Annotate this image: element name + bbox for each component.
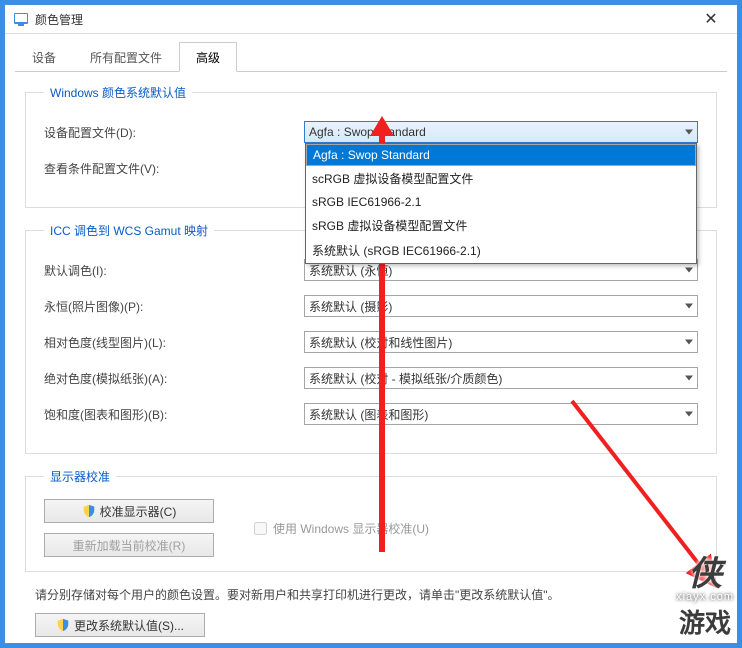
relative-select[interactable]: 系统默认 (校对和线性图片)	[304, 331, 698, 353]
calibrate-display-button[interactable]: 校准显示器(C)	[44, 499, 214, 523]
absolute-colorimetric-label: 绝对色度(模拟纸张)(A):	[44, 370, 304, 387]
select-value: 系统默认 (校对 - 模拟纸张/介质颜色)	[309, 370, 502, 387]
device-profile-select[interactable]: Agfa : Swop Standard Agfa : Swop Standar…	[304, 121, 698, 143]
titlebar: 颜色管理 ✕	[5, 5, 737, 34]
button-label: 重新加载当前校准(R)	[73, 537, 186, 554]
group-title: 显示器校准	[44, 468, 116, 485]
dropdown-option[interactable]: scRGB 虚拟设备模型配置文件	[306, 166, 696, 191]
dropdown-option[interactable]: 系统默认 (sRGB IEC61966-2.1)	[306, 238, 696, 263]
tab-all-profiles[interactable]: 所有配置文件	[73, 42, 179, 72]
chevron-down-icon	[685, 376, 693, 381]
select-value: 系统默认 (永恒)	[309, 262, 392, 279]
tabs: 设备 所有配置文件 高级	[15, 42, 727, 72]
shield-icon	[82, 504, 96, 518]
select-value: 系统默认 (摄影)	[309, 298, 392, 315]
group-title: Windows 颜色系统默认值	[44, 84, 192, 101]
tab-content-advanced: Windows 颜色系统默认值 设备配置文件(D): Agfa : Swop S…	[15, 72, 727, 645]
perceptual-label: 永恒(照片图像)(P):	[44, 298, 304, 315]
change-system-defaults-button[interactable]: 更改系统默认值(S)...	[35, 613, 205, 637]
tab-devices[interactable]: 设备	[15, 42, 73, 72]
window-title: 颜色管理	[35, 11, 691, 28]
perceptual-select[interactable]: 系统默认 (摄影)	[304, 295, 698, 317]
select-value: 系统默认 (图表和图形)	[309, 406, 428, 423]
tab-advanced[interactable]: 高级	[179, 42, 237, 72]
note-text: 请分别存储对每个用户的颜色设置。要对新用户和共享打印机进行更改，请单击"更改系统…	[35, 586, 717, 603]
shield-icon	[56, 618, 70, 632]
default-rendering-label: 默认调色(I):	[44, 262, 304, 279]
use-windows-calibration-checkbox[interactable]: 使用 Windows 显示器校准(U)	[254, 520, 429, 537]
saturation-select[interactable]: 系统默认 (图表和图形)	[304, 403, 698, 425]
chevron-down-icon	[685, 340, 693, 345]
chevron-down-icon	[685, 130, 693, 135]
app-icon	[13, 11, 29, 27]
absolute-select[interactable]: 系统默认 (校对 - 模拟纸张/介质颜色)	[304, 367, 698, 389]
button-label: 校准显示器(C)	[100, 503, 177, 520]
select-value: 系统默认 (校对和线性图片)	[309, 334, 452, 351]
button-label: 更改系统默认值(S)...	[74, 617, 184, 634]
chevron-down-icon	[685, 268, 693, 273]
dropdown-option[interactable]: sRGB IEC61966-2.1	[306, 191, 696, 213]
saturation-label: 饱和度(图表和图形)(B):	[44, 406, 304, 423]
group-display-calibration: 显示器校准 校准显示器(C) 重新加载当前校准(R)	[25, 468, 717, 572]
device-profile-dropdown: Agfa : Swop Standard scRGB 虚拟设备模型配置文件 sR…	[305, 143, 697, 264]
dropdown-option[interactable]: Agfa : Swop Standard	[306, 144, 696, 166]
reload-calibration-button[interactable]: 重新加载当前校准(R)	[44, 533, 214, 557]
relative-colorimetric-label: 相对色度(线型图片)(L):	[44, 334, 304, 351]
viewing-conditions-label: 查看条件配置文件(V):	[44, 160, 304, 177]
close-button[interactable]: ✕	[691, 5, 731, 33]
checkbox-input[interactable]	[254, 522, 267, 535]
color-management-window: 颜色管理 ✕ 设备 所有配置文件 高级 Windows 颜色系统默认值 设备配置…	[4, 4, 738, 644]
dropdown-option[interactable]: sRGB 虚拟设备模型配置文件	[306, 213, 696, 238]
group-title: ICC 调色到 WCS Gamut 映射	[44, 222, 214, 239]
device-profile-value: Agfa : Swop Standard	[309, 125, 426, 139]
checkbox-label: 使用 Windows 显示器校准(U)	[273, 520, 429, 537]
chevron-down-icon	[685, 304, 693, 309]
group-windows-color-defaults: Windows 颜色系统默认值 设备配置文件(D): Agfa : Swop S…	[25, 84, 717, 208]
chevron-down-icon	[685, 412, 693, 417]
device-profile-label: 设备配置文件(D):	[44, 124, 304, 141]
